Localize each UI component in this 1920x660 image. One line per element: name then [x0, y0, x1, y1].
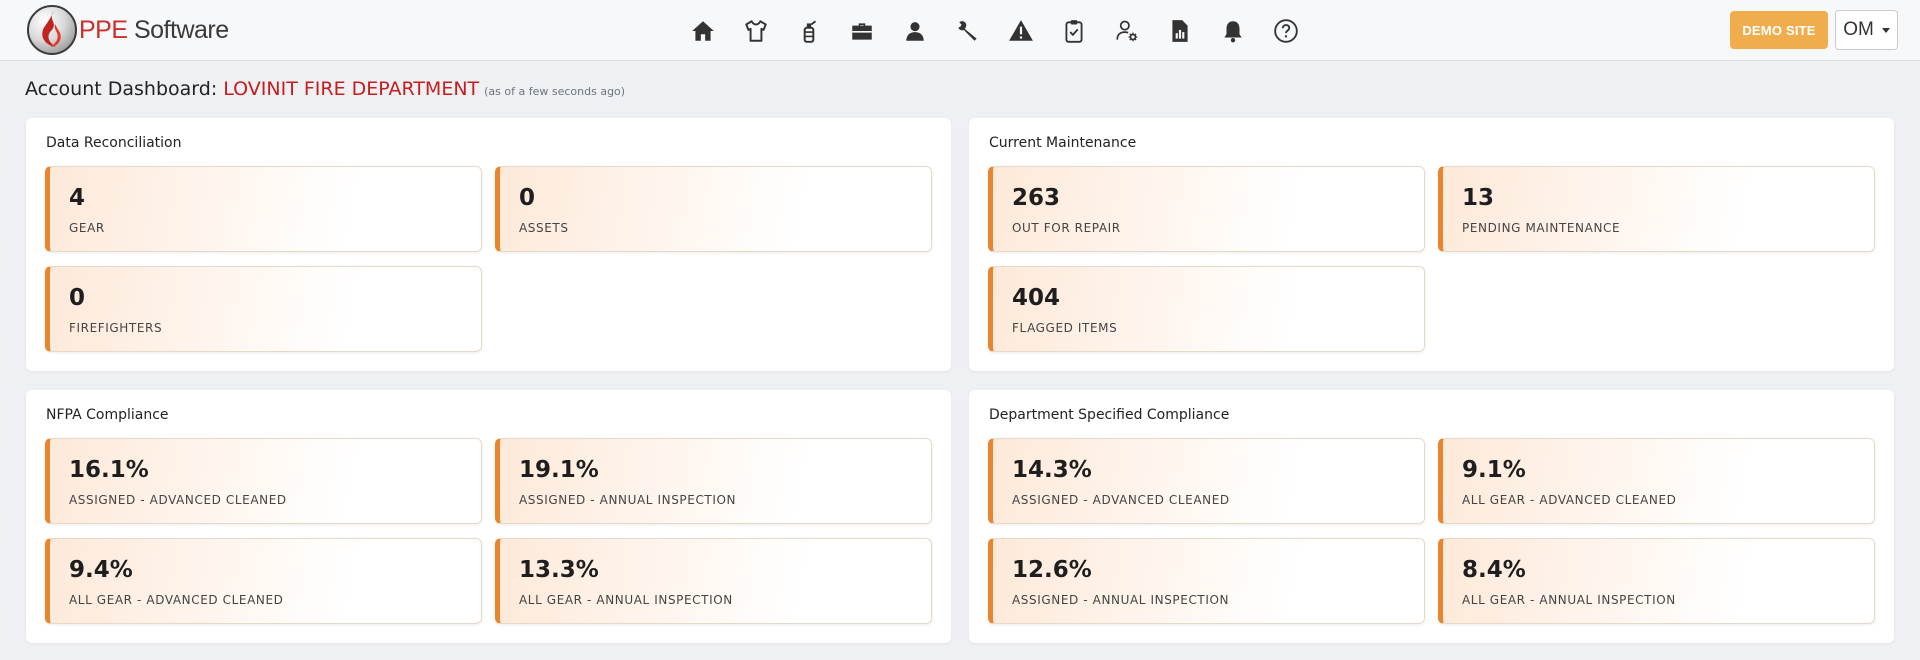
home-icon[interactable]: [676, 11, 729, 51]
report-icon[interactable]: [1153, 11, 1206, 51]
user-menu-dropdown[interactable]: OM: [1835, 10, 1898, 50]
user-settings-icon[interactable]: [1100, 11, 1153, 51]
brand-logo-link[interactable]: PPE Software: [27, 4, 229, 56]
briefcase-icon[interactable]: [835, 11, 888, 51]
stat-caption: ALL GEAR - ANNUAL INSPECTION: [1462, 593, 1676, 607]
stat-card-assigned-advanced-cleaned[interactable]: 16.1% ASSIGNED - ADVANCED CLEANED: [45, 438, 482, 524]
stat-card-all-gear-advanced-cleaned[interactable]: 9.1% ALL GEAR - ADVANCED CLEANED: [1438, 438, 1875, 524]
department-name: LOVINIT FIRE DEPARTMENT: [223, 78, 480, 100]
stat-caption: ASSIGNED - ANNUAL INSPECTION: [519, 493, 737, 507]
stat-value: 16.1%: [69, 457, 149, 483]
stat-caption: PENDING MAINTENANCE: [1462, 221, 1621, 235]
main-nav: [676, 11, 1312, 51]
stat-card-assigned-annual-inspection[interactable]: 12.6% ASSIGNED - ANNUAL INSPECTION: [988, 538, 1425, 624]
stat-card-assigned-annual-inspection[interactable]: 19.1% ASSIGNED - ANNUAL INSPECTION: [495, 438, 932, 524]
extinguisher-icon[interactable]: [782, 11, 835, 51]
stat-value: 9.1%: [1462, 457, 1526, 483]
stat-value: 0: [69, 285, 86, 311]
stat-card-out-for-repair[interactable]: 263 OUT FOR REPAIR: [988, 166, 1425, 252]
panel-title: Data Reconciliation: [46, 135, 182, 151]
stat-caption: ASSIGNED - ADVANCED CLEANED: [1012, 493, 1230, 507]
stat-caption: ALL GEAR - ADVANCED CLEANED: [69, 593, 284, 607]
stat-value: 263: [1012, 185, 1061, 211]
stat-value: 404: [1012, 285, 1061, 311]
stat-caption: GEAR: [69, 221, 105, 235]
stat-value: 13.3%: [519, 557, 599, 583]
stat-value: 19.1%: [519, 457, 599, 483]
stat-caption: OUT FOR REPAIR: [1012, 221, 1121, 235]
demo-site-button[interactable]: DEMO SITE: [1730, 11, 1828, 49]
stat-caption: ASSIGNED - ADVANCED CLEANED: [69, 493, 287, 507]
help-icon[interactable]: [1259, 11, 1312, 51]
top-navbar: PPE Software DEMO SITE OM: [0, 0, 1920, 61]
stat-card-firefighters[interactable]: 0 FIREFIGHTERS: [45, 266, 482, 352]
warning-icon[interactable]: [994, 11, 1047, 51]
stat-caption: ALL GEAR - ADVANCED CLEANED: [1462, 493, 1677, 507]
stat-value: 9.4%: [69, 557, 133, 583]
panel-title: Department Specified Compliance: [989, 407, 1230, 423]
page-title-label: Account Dashboard:: [25, 78, 218, 100]
stat-card-all-gear-annual-inspection[interactable]: 13.3% ALL GEAR - ANNUAL INSPECTION: [495, 538, 932, 624]
stat-caption: ALL GEAR - ANNUAL INSPECTION: [519, 593, 733, 607]
stat-caption: ASSETS: [519, 221, 569, 235]
stat-card-flagged-items[interactable]: 404 FLAGGED ITEMS: [988, 266, 1425, 352]
stat-value: 4: [69, 185, 86, 211]
panel-title: Current Maintenance: [989, 135, 1137, 151]
stat-card-pending-maintenance[interactable]: 13 PENDING MAINTENANCE: [1438, 166, 1875, 252]
stat-card-assigned-advanced-cleaned[interactable]: 14.3% ASSIGNED - ADVANCED CLEANED: [988, 438, 1425, 524]
stat-value: 13: [1462, 185, 1495, 211]
nfpa-compliance-panel: NFPA Compliance 16.1% ASSIGNED - ADVANCE…: [26, 390, 951, 643]
data-reconciliation-panel: Data Reconciliation 4 GEAR 0 ASSETS 0 FI…: [26, 118, 951, 371]
caret-down-icon: [1881, 27, 1890, 33]
stat-card-gear[interactable]: 4 GEAR: [45, 166, 482, 252]
flame-logo-icon: [27, 5, 77, 55]
last-updated-text: (as of a few seconds ago): [484, 85, 626, 98]
clipboard-check-icon[interactable]: [1047, 11, 1100, 51]
page-title: Account Dashboard: LOVINIT FIRE DEPARTME…: [25, 78, 625, 104]
stat-card-assets[interactable]: 0 ASSETS: [495, 166, 932, 252]
panel-title: NFPA Compliance: [46, 407, 169, 423]
stat-value: 12.6%: [1012, 557, 1092, 583]
brand-name: PPE Software: [79, 15, 229, 44]
stat-caption: FLAGGED ITEMS: [1012, 321, 1118, 335]
stat-value: 14.3%: [1012, 457, 1092, 483]
shirt-icon[interactable]: [729, 11, 782, 51]
stat-caption: FIREFIGHTERS: [69, 321, 163, 335]
stat-caption: ASSIGNED - ANNUAL INSPECTION: [1012, 593, 1230, 607]
current-maintenance-panel: Current Maintenance 263 OUT FOR REPAIR 1…: [969, 118, 1894, 371]
stat-value: 0: [519, 185, 536, 211]
stat-card-all-gear-annual-inspection[interactable]: 8.4% ALL GEAR - ANNUAL INSPECTION: [1438, 538, 1875, 624]
wrench-icon[interactable]: [941, 11, 994, 51]
department-compliance-panel: Department Specified Compliance 14.3% AS…: [969, 390, 1894, 643]
bell-icon[interactable]: [1206, 11, 1259, 51]
user-icon[interactable]: [888, 11, 941, 51]
stat-value: 8.4%: [1462, 557, 1526, 583]
user-initials: OM: [1843, 19, 1874, 40]
stat-card-all-gear-advanced-cleaned[interactable]: 9.4% ALL GEAR - ADVANCED CLEANED: [45, 538, 482, 624]
